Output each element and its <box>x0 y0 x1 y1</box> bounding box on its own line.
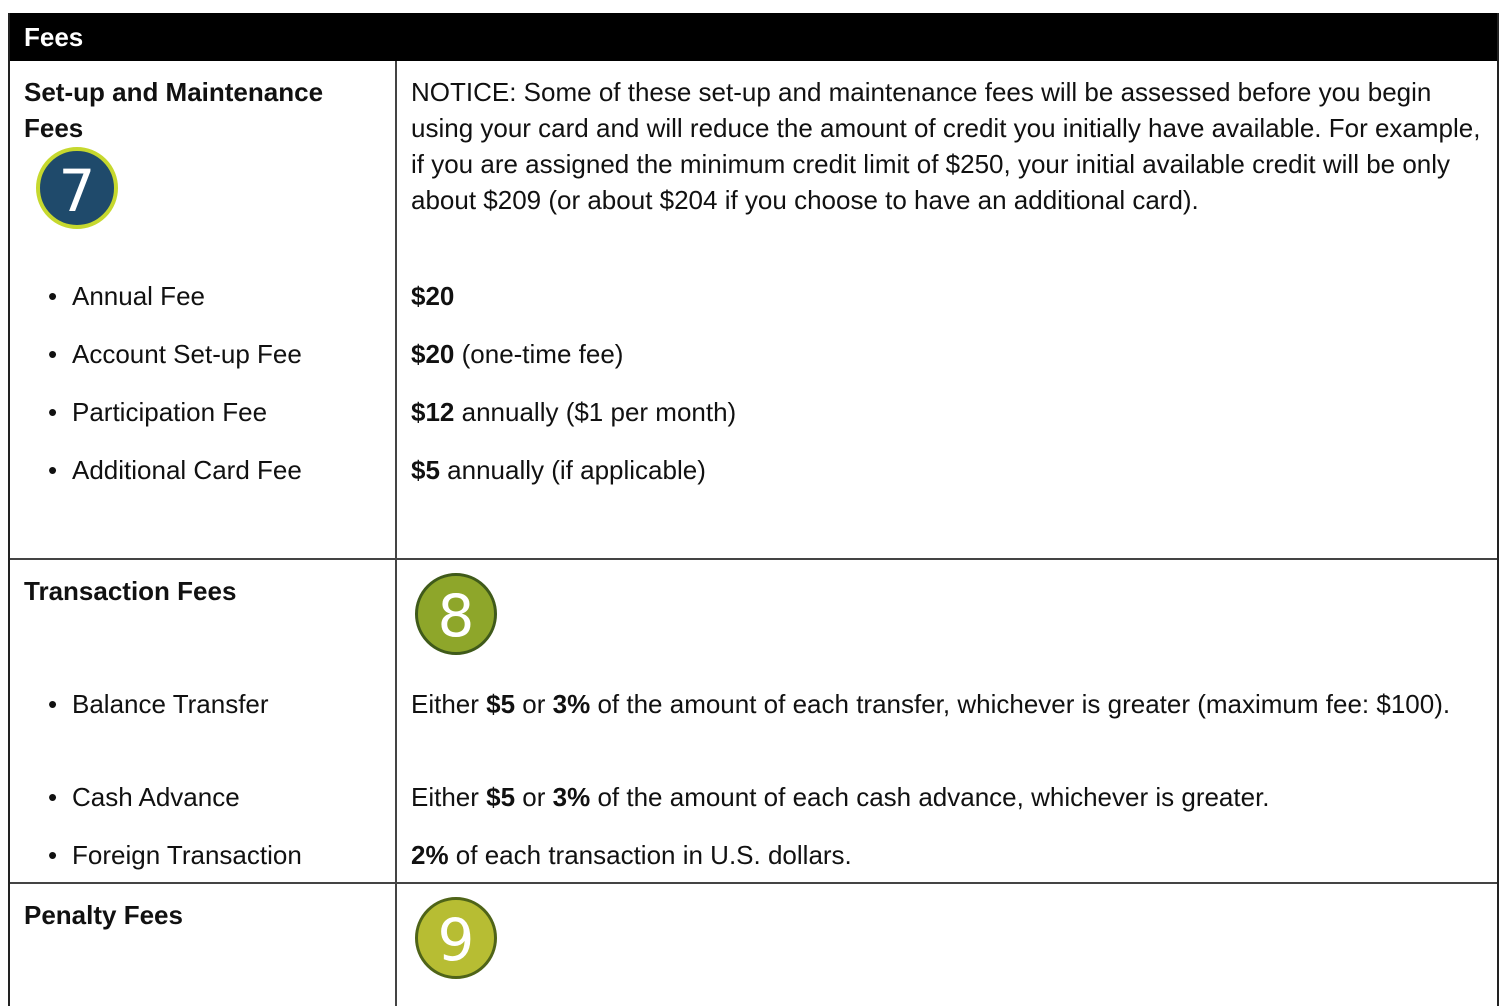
fee-value-cash-advance: Either $5 or 3% of the amount of each ca… <box>411 779 1486 815</box>
number-7-badge-icon: 7 <box>36 147 118 229</box>
fee-amount: $20 <box>411 339 455 369</box>
fee-amount: $20 <box>411 281 455 311</box>
fee-amount: $5 <box>411 455 440 485</box>
penalty-fees-title: Penalty Fees <box>24 900 183 930</box>
fee-text: of each transaction in U.S. dollars. <box>448 840 852 870</box>
fee-label-participation: Participation Fee <box>48 394 267 430</box>
penalty-fees-row: Penalty Fees 9 <box>10 884 1497 1006</box>
fee-label-additional-card: Additional Card Fee <box>48 452 302 488</box>
fee-text: of the amount of each cash advance, whic… <box>590 782 1270 812</box>
fee-amount: $5 <box>486 782 516 812</box>
setup-notice: NOTICE: Some of these set-up and mainten… <box>411 77 1481 215</box>
fee-label-foreign-transaction: Foreign Transaction <box>48 837 302 873</box>
transaction-fees-row: Transaction Fees 8 Balance Transfer Eith… <box>10 560 1497 884</box>
fee-detail: annually ($1 per month) <box>454 397 737 427</box>
column-divider <box>395 61 397 1006</box>
number-8-badge-icon: 8 <box>415 573 497 655</box>
fee-text: Either <box>411 689 487 719</box>
fee-text: of the amount of each transfer, whicheve… <box>590 689 1451 719</box>
fee-text: or <box>515 689 553 719</box>
fee-value-additional-card: $5 annually (if applicable) <box>411 452 1486 488</box>
setup-maintenance-row: Set-up and Maintenance Fees 7 NOTICE: So… <box>10 61 1497 560</box>
fees-table: Fees Set-up and Maintenance Fees 7 NOTIC… <box>8 13 1499 1006</box>
fee-detail: annually (if applicable) <box>439 455 706 485</box>
fee-detail: (one-time fee) <box>454 339 624 369</box>
fee-label-balance-transfer: Balance Transfer <box>48 686 269 722</box>
fee-amount: $12 <box>411 397 455 427</box>
transaction-fees-title: Transaction Fees <box>24 576 237 606</box>
number-9-badge-icon: 9 <box>415 897 497 979</box>
fee-label-account-setup: Account Set-up Fee <box>48 336 302 372</box>
setup-maintenance-title: Set-up and Maintenance Fees <box>24 77 324 143</box>
fee-percent: 2% <box>411 840 449 870</box>
fee-percent: 3% <box>552 782 591 812</box>
fee-label-annual: Annual Fee <box>48 278 205 314</box>
fee-percent: 3% <box>552 689 591 719</box>
fee-amount: $5 <box>486 689 516 719</box>
fee-value-foreign-transaction: 2% of each transaction in U.S. dollars. <box>411 837 1486 873</box>
fee-value-account-setup: $20 (one-time fee) <box>411 336 1486 372</box>
fee-value-balance-transfer: Either $5 or 3% of the amount of each tr… <box>411 686 1486 722</box>
fee-label-cash-advance: Cash Advance <box>48 779 240 815</box>
fee-value-annual: $20 <box>411 278 1486 314</box>
fee-text: Either <box>411 782 487 812</box>
fee-value-participation: $12 annually ($1 per month) <box>411 394 1486 430</box>
fee-text: or <box>515 782 553 812</box>
fees-header: Fees <box>10 13 1497 61</box>
